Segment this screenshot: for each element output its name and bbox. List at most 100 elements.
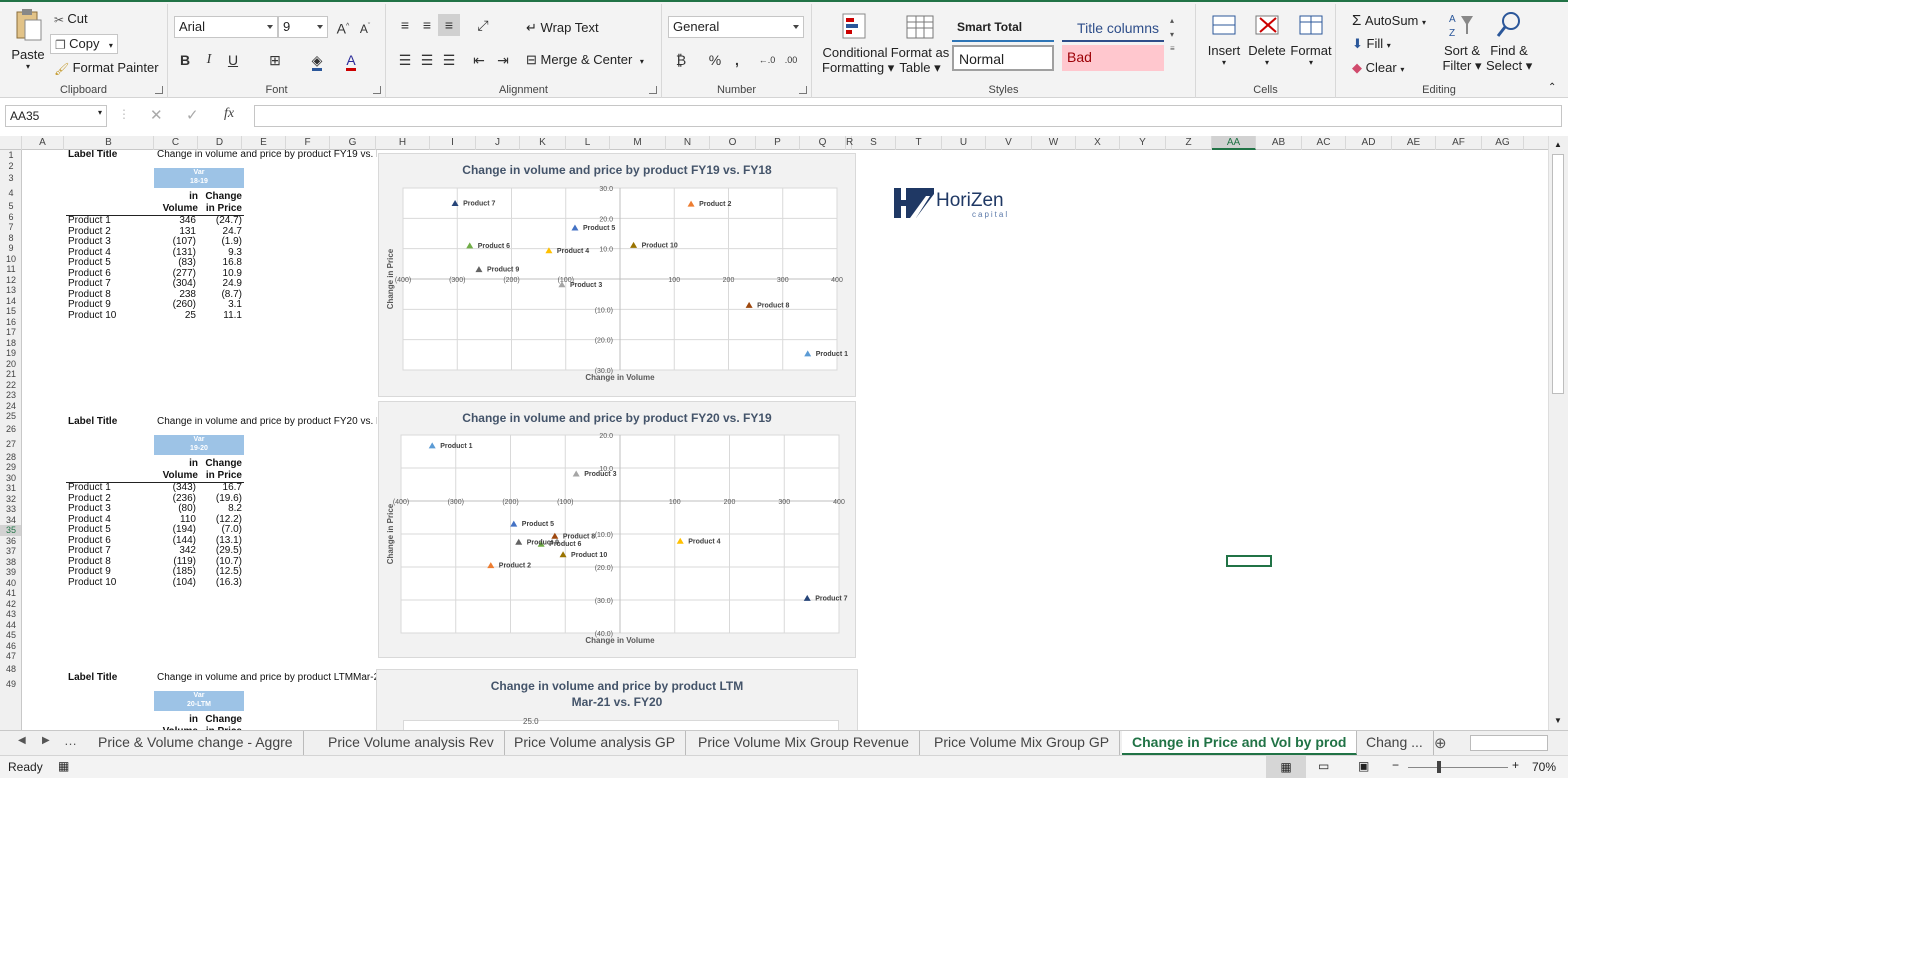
increase-decimal-icon[interactable]: ←.0 — [756, 49, 778, 71]
column-header-AE[interactable]: AE — [1392, 136, 1436, 150]
alignment-launcher[interactable] — [649, 86, 657, 94]
column-header-L[interactable]: L — [566, 136, 610, 150]
row-header-43[interactable]: 43 — [0, 609, 21, 620]
align-center-icon[interactable]: ☰ — [416, 49, 438, 71]
row-header-41[interactable]: 41 — [0, 588, 21, 599]
row-header-1[interactable]: 1 — [0, 150, 21, 161]
cut-button[interactable]: ✂ Cut — [54, 11, 88, 27]
autosum-button[interactable]: Σ AutoSum ▾ — [1352, 12, 1426, 29]
font-color-icon[interactable]: A — [340, 49, 362, 71]
sheet-tab[interactable]: Price Volume analysis Rev — [318, 731, 505, 755]
row-header-5[interactable]: 5 — [0, 201, 21, 212]
row-header-42[interactable]: 42 — [0, 599, 21, 610]
wrap-text-button[interactable]: ↵ Wrap Text — [526, 20, 599, 36]
row-header-26[interactable]: 26 — [0, 422, 21, 437]
row-header-6[interactable]: 6 — [0, 212, 21, 223]
fill-color-icon[interactable]: ◈ — [306, 49, 328, 71]
row-header-49[interactable]: 49 — [0, 677, 21, 692]
row-header-21[interactable]: 21 — [0, 369, 21, 380]
row-header-28[interactable]: 28 — [0, 452, 21, 463]
column-header-T[interactable]: T — [896, 136, 942, 150]
column-header-S[interactable]: S — [852, 136, 896, 150]
column-header-N[interactable]: N — [666, 136, 710, 150]
align-right-icon[interactable]: ☰ — [438, 49, 460, 71]
align-left-icon[interactable]: ☰ — [394, 49, 416, 71]
underline-button[interactable]: U — [222, 49, 244, 71]
zoom-out-icon[interactable]: − — [1392, 758, 1399, 772]
column-header-K[interactable]: K — [520, 136, 566, 150]
tab-next-icon[interactable]: ▶ — [42, 735, 50, 746]
borders-icon[interactable]: ⊞ — [264, 49, 286, 71]
column-header-AB[interactable]: AB — [1256, 136, 1302, 150]
row-header-37[interactable]: 37 — [0, 546, 21, 557]
column-header-H[interactable]: H — [376, 136, 430, 150]
copy-button[interactable]: ❐ Copy ▾ — [50, 34, 118, 54]
row-header-24[interactable]: 24 — [0, 401, 21, 412]
decrease-decimal-icon[interactable]: .00 — [780, 49, 802, 71]
new-sheet-icon[interactable]: ⊕ — [1434, 734, 1447, 752]
clear-button[interactable]: ◆ Clear ▾ — [1352, 60, 1404, 76]
font-launcher[interactable] — [373, 86, 381, 94]
number-launcher[interactable] — [799, 86, 807, 94]
font-name-combo[interactable]: Arial — [174, 16, 278, 38]
formula-input[interactable] — [254, 105, 1562, 127]
column-header-O[interactable]: O — [710, 136, 756, 150]
increase-font-icon[interactable]: A^ — [332, 16, 354, 38]
row-header-25[interactable]: 25 — [0, 411, 21, 422]
column-header-F[interactable]: F — [286, 136, 330, 150]
zoom-slider-thumb[interactable] — [1437, 761, 1441, 773]
scroll-thumb[interactable] — [1552, 154, 1564, 394]
clipboard-launcher[interactable] — [155, 86, 163, 94]
row-header-19[interactable]: 19 — [0, 348, 21, 359]
row-header-36[interactable]: 36 — [0, 536, 21, 547]
enter-icon[interactable]: ✓ — [186, 106, 199, 124]
sheet-tab[interactable]: Price & Volume change - Aggre — [88, 731, 304, 755]
column-header-P[interactable]: P — [756, 136, 800, 150]
row-header-44[interactable]: 44 — [0, 620, 21, 631]
sheet-tab[interactable]: Change in Price and Vol by prod — [1122, 731, 1358, 755]
column-header-AC[interactable]: AC — [1302, 136, 1346, 150]
zoom-in-icon[interactable]: + — [1512, 758, 1519, 772]
top-align-icon[interactable]: ≡ — [394, 14, 416, 36]
column-header-Y[interactable]: Y — [1120, 136, 1166, 150]
middle-align-icon[interactable]: ≡ — [416, 14, 438, 36]
row-header-34[interactable]: 34 — [0, 515, 21, 526]
column-header-AA[interactable]: AA — [1212, 136, 1256, 150]
insert-button[interactable]: Insert ▾ — [1204, 10, 1244, 67]
row-header-27[interactable]: 27 — [0, 437, 21, 452]
merge-center-button[interactable]: ⊟ Merge & Center ▾ — [526, 52, 644, 68]
sort-filter-button[interactable]: AZ Sort & Filter ▾ — [1440, 10, 1484, 74]
decrease-indent-icon[interactable]: ⇤ — [468, 49, 490, 71]
row-header-46[interactable]: 46 — [0, 641, 21, 652]
style-bad[interactable]: Bad — [1062, 45, 1164, 71]
row-header-18[interactable]: 18 — [0, 338, 21, 349]
conditional-formatting-button[interactable]: Conditional Formatting ▾ — [822, 12, 894, 76]
row-header-32[interactable]: 32 — [0, 494, 21, 505]
accounting-format-icon[interactable]: ₿ — [670, 49, 692, 71]
style-normal[interactable]: Normal — [952, 45, 1054, 71]
row-header-35[interactable]: 35 — [0, 525, 21, 536]
scroll-up-icon[interactable]: ▲ — [1554, 140, 1562, 149]
column-header-G[interactable]: G — [330, 136, 376, 150]
selected-cell[interactable] — [1226, 555, 1272, 567]
sheet-tab[interactable]: Price Volume Mix Group GP — [924, 731, 1121, 755]
row-header-39[interactable]: 39 — [0, 567, 21, 578]
row-header-13[interactable]: 13 — [0, 285, 21, 296]
bold-button[interactable]: B — [174, 49, 196, 71]
column-header-Q[interactable]: Q — [800, 136, 846, 150]
worksheet-grid[interactable]: Label Title Change in volume and price by… — [22, 150, 1548, 730]
horizontal-scrollbar[interactable] — [1470, 735, 1548, 751]
tab-more-icon[interactable]: … — [64, 733, 77, 748]
row-header-45[interactable]: 45 — [0, 630, 21, 641]
sheet-tab[interactable]: Chang ... — [1356, 731, 1434, 755]
column-header-M[interactable]: M — [610, 136, 666, 150]
tab-prev-icon[interactable]: ◀ — [18, 735, 26, 746]
format-as-table-button[interactable]: Format as Table ▾ — [890, 12, 950, 76]
row-header-9[interactable]: 9 — [0, 243, 21, 254]
row-header-29[interactable]: 29 — [0, 462, 21, 473]
sheet-tab[interactable]: Price Volume analysis GP — [504, 731, 687, 755]
style-title-columns[interactable]: Title columns — [1062, 16, 1164, 42]
name-box[interactable]: AA35 ▾ — [5, 105, 107, 127]
fill-button[interactable]: ⬇ Fill ▾ — [1352, 36, 1391, 52]
italic-button[interactable]: I — [198, 49, 220, 71]
